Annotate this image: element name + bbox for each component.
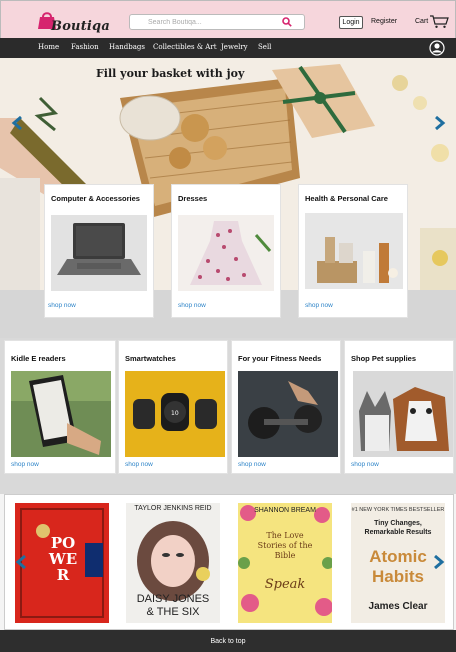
book-badge: #1 NEW YORK TIMES BESTSELLER bbox=[351, 507, 445, 513]
category-title: Smartwatches bbox=[125, 354, 176, 363]
svg-text:10: 10 bbox=[171, 410, 179, 417]
nav-fashion[interactable]: Fashion bbox=[71, 43, 99, 51]
login-button[interactable]: Login bbox=[339, 16, 363, 29]
category-card-ereaders[interactable]: Kidle E readers shop now bbox=[4, 340, 116, 474]
category-title: Computer & Accessories bbox=[51, 194, 140, 203]
book-author: TAYLOR JENKINS REID bbox=[134, 505, 212, 512]
cart-label[interactable]: Cart bbox=[415, 18, 428, 25]
shop-now-link[interactable]: shop now bbox=[238, 461, 266, 468]
category-card-computer[interactable]: Computer & Accessories shop now bbox=[44, 184, 154, 318]
category-card-fitness[interactable]: For your Fitness Needs shop now bbox=[231, 340, 341, 474]
top-header: Boutiqa Login Register Cart bbox=[0, 0, 456, 38]
book-subtitle: Speak bbox=[264, 577, 306, 592]
nav-collectibles-art[interactable]: Collectibles & Art bbox=[153, 43, 217, 51]
nav-home[interactable]: Home bbox=[38, 43, 59, 51]
carousel-prev-icon[interactable] bbox=[11, 116, 25, 130]
logo-text: Boutiqa bbox=[51, 19, 110, 34]
back-to-top-label[interactable]: Back to top bbox=[210, 638, 245, 645]
book-author: James Clear bbox=[368, 601, 428, 612]
category-title: Kidle E readers bbox=[11, 354, 66, 363]
carousel-next-icon[interactable] bbox=[432, 116, 446, 130]
main-nav: Home Fashion Handbags Collectibles & Art… bbox=[0, 38, 456, 58]
category-title: Shop Pet supplies bbox=[351, 354, 417, 363]
nav-jewelry[interactable]: Jewelry bbox=[221, 43, 248, 51]
register-link[interactable]: Register bbox=[371, 18, 397, 25]
category-title: Health & Personal Care bbox=[305, 194, 388, 203]
search-icon[interactable] bbox=[282, 17, 292, 27]
fitness-image[interactable] bbox=[238, 371, 338, 457]
books-prev-icon[interactable] bbox=[15, 555, 29, 569]
book-title: The Love Stories of the Bible bbox=[257, 531, 313, 560]
category-card-health[interactable]: Health & Personal Care shop now bbox=[298, 184, 408, 318]
pets-image[interactable] bbox=[353, 371, 453, 457]
book-title: DAISY JONES bbox=[136, 593, 210, 605]
category-card-smartwatches[interactable]: Smartwatches 10 shop now bbox=[118, 340, 228, 474]
shop-now-link[interactable]: shop now bbox=[125, 461, 153, 468]
category-title: For your Fitness Needs bbox=[238, 354, 322, 363]
book-subtitle: & THE SIX bbox=[146, 606, 200, 618]
books-carousel: POWER TAYLOR JENKINS REID DAISY JONES & … bbox=[4, 494, 454, 630]
category-card-pets[interactable]: Shop Pet supplies shop now bbox=[344, 340, 454, 474]
hero-title: Fill your basket with joy bbox=[96, 67, 245, 80]
ereader-image[interactable] bbox=[11, 371, 111, 457]
book-cover[interactable]: POWER bbox=[15, 503, 109, 623]
books-next-icon[interactable] bbox=[431, 555, 445, 569]
health-products-image[interactable] bbox=[305, 213, 403, 289]
shop-now-link[interactable]: shop now bbox=[351, 461, 379, 468]
dress-image[interactable] bbox=[178, 215, 274, 291]
category-card-dresses[interactable]: Dresses shop now bbox=[171, 184, 281, 318]
book-author: SHANNON BREAM bbox=[254, 507, 316, 514]
nav-sell[interactable]: Sell bbox=[258, 43, 271, 51]
smartwatch-image[interactable]: 10 bbox=[125, 371, 225, 457]
book-cover[interactable]: TAYLOR JENKINS REID DAISY JONES & THE SI… bbox=[126, 503, 220, 623]
book-title: POWER bbox=[48, 534, 78, 584]
shop-now-link[interactable]: shop now bbox=[48, 302, 76, 309]
back-to-top-bar[interactable]: Back to top bbox=[0, 630, 456, 652]
search-input[interactable] bbox=[148, 16, 278, 28]
nav-handbags[interactable]: Handbags bbox=[109, 43, 145, 51]
laptop-image[interactable] bbox=[51, 215, 147, 291]
cart-icon[interactable] bbox=[429, 14, 449, 29]
shop-now-link[interactable]: shop now bbox=[11, 461, 39, 468]
shop-now-link[interactable]: shop now bbox=[178, 302, 206, 309]
category-title: Dresses bbox=[178, 194, 208, 203]
book-subtitle: Tiny Changes, Remarkable Results bbox=[364, 520, 432, 536]
search-box[interactable] bbox=[129, 14, 305, 30]
shop-now-link[interactable]: shop now bbox=[305, 302, 333, 309]
page: Boutiqa Login Register Cart Home Fashion… bbox=[0, 0, 456, 652]
user-account-icon[interactable] bbox=[429, 40, 445, 56]
book-cover[interactable]: SHANNON BREAM The Love Stories of the Bi… bbox=[238, 503, 332, 623]
logo[interactable]: Boutiqa bbox=[35, 9, 110, 35]
